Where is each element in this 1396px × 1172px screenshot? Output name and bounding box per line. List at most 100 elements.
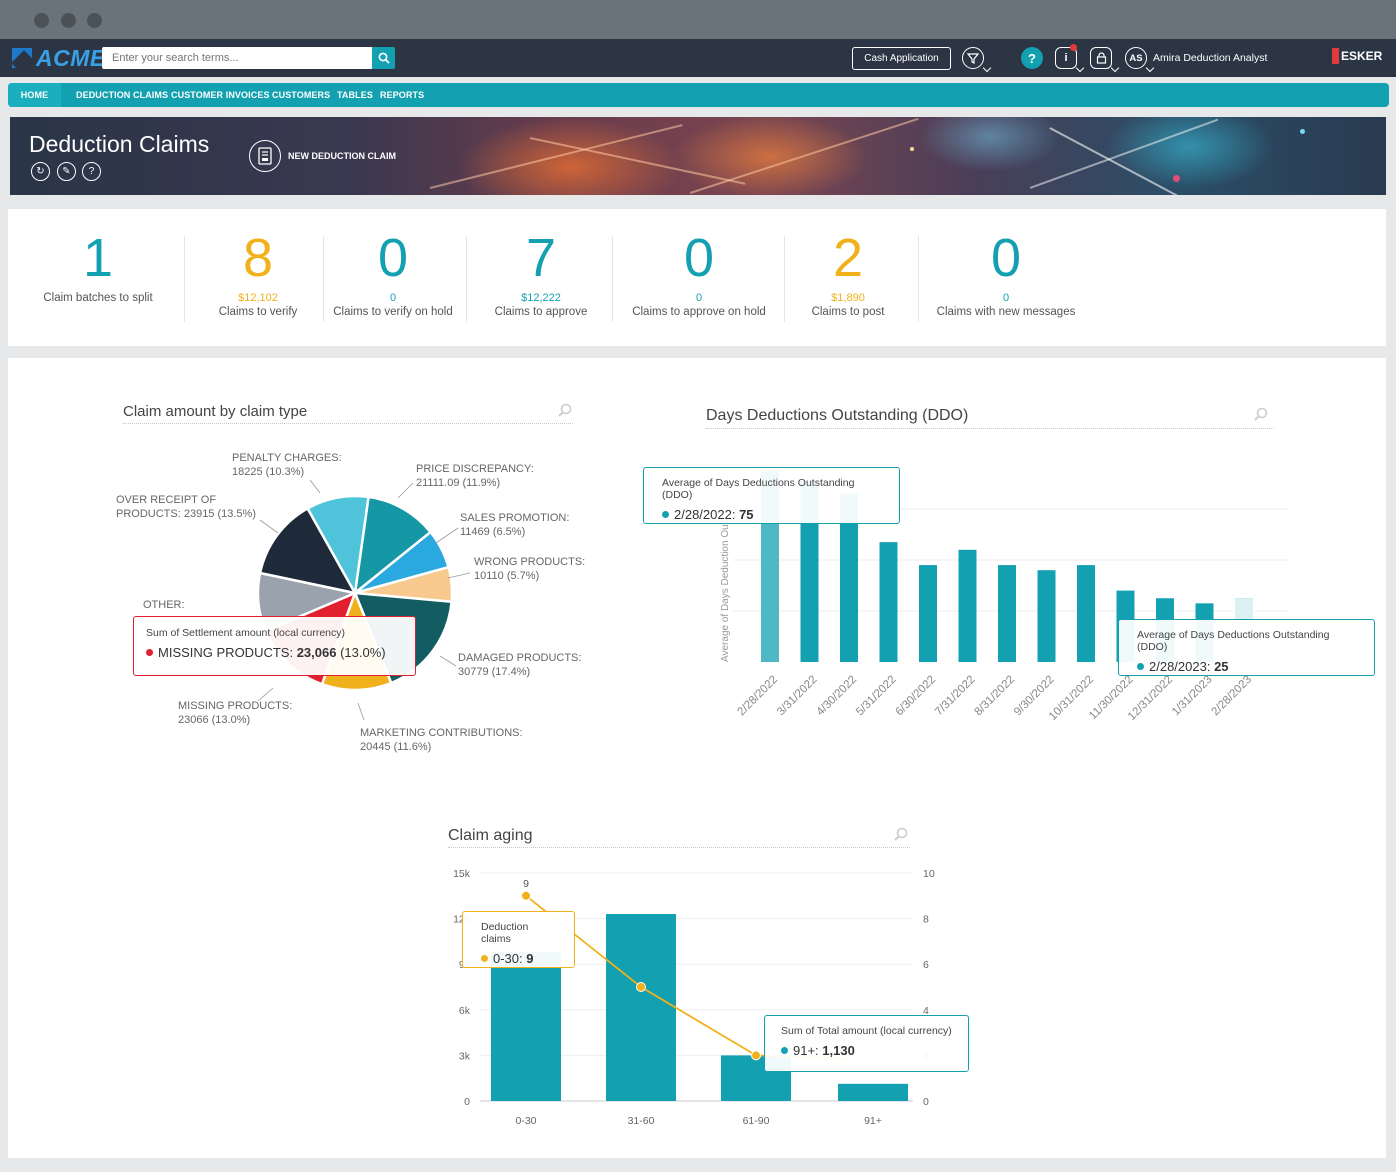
kpi-label: Claims to approve [494,306,588,318]
charts-panel: Claim amount by claim type PRICE DISCREP… [8,358,1386,1158]
refresh-icon[interactable]: ↻ [31,162,50,181]
tooltip-label: MISSING PRODUCTS: [158,645,297,660]
pie-slice-value: 30779 (17.4%) [458,666,530,678]
nav-home[interactable]: HOME [8,83,61,107]
pie-slice-label: SALES PROMOTION: [460,512,569,524]
window-chrome [0,0,1396,39]
cash-application-button[interactable]: Cash Application [852,47,951,70]
aging-x-tick-label: 61-90 [743,1115,770,1127]
aging-right-tick: 0 [923,1096,929,1108]
kpi-amount: 0 [1002,292,1010,304]
aging-chart-title: Claim aging [448,827,533,844]
pie-slice-label: PRICE DISCREPANCY: [416,463,534,475]
kpi-value: 0 [683,228,715,288]
tooltip-label: 2/28/2022: [674,507,740,522]
filter-caret-icon[interactable] [982,63,992,73]
notification-badge [1070,44,1077,51]
lock-icon[interactable] [1090,47,1112,69]
banner-decoration [1029,118,1219,189]
aging-line-point [521,890,531,901]
search-icon [378,52,390,64]
kpi-label: Claims to approve on hold [632,306,766,318]
ddo-chart-title-rule [706,428,1274,429]
nav-deduction-claims[interactable]: DEDUCTION CLAIMS [76,83,168,107]
aging-line-point [751,1050,761,1061]
aging-left-tick: 0 [464,1096,470,1108]
user-caret-icon[interactable] [1145,63,1155,73]
kpi-value: 0 [377,228,409,288]
aging-zoom-icon[interactable] [894,827,908,841]
kpi-amount: 0 [389,292,397,304]
pie-tooltip: Sum of Settlement amount (local currency… [133,616,416,676]
pie-label-connector [259,519,279,534]
kpi-label: Claims to verify on hold [333,306,453,318]
banner-decoration [529,137,746,185]
search-button[interactable] [372,47,395,69]
page-title: Deduction Claims [29,131,210,157]
app-header: ACME Cash Application ? i AS Amira Deduc… [0,39,1396,77]
help-icon[interactable]: ? [1021,47,1043,69]
kpi-label: Claims to verify [218,306,298,318]
nav-customers[interactable]: CUSTOMERS [272,83,330,107]
kpi-value: 0 [990,228,1022,288]
pie-slice-value: 23066 (13.0%) [178,714,250,726]
new-deduction-claim-button[interactable]: NEW DEDUCTION CLAIM [288,151,396,161]
new-claim-icon[interactable] [249,140,281,172]
kpi-value: 1 [82,228,114,288]
nav-tables[interactable]: TABLES [337,83,373,107]
acme-logo[interactable]: ACME [12,45,106,71]
ddo-x-tick-label: 7/31/2022 [933,674,978,719]
nav-reports[interactable]: REPORTS [380,83,424,107]
kpi-amount: $1,890 [831,292,865,304]
aging-chart-title-rule [448,847,910,848]
ddo-bar [998,565,1016,662]
tooltip-bullet [781,1047,788,1054]
lock-caret-icon[interactable] [1110,63,1120,73]
aging-left-tick: 3k [459,1050,471,1062]
search-input[interactable] [102,47,372,69]
tooltip-value: 25 [1214,659,1229,674]
nav-customer-invoices[interactable]: CUSTOMER INVOICES [171,83,270,107]
tooltip-bullet [146,649,153,656]
kpi-claim-batches-to-split[interactable]: 1 Claim batches to split [28,209,168,305]
kpi-claims-to-approve-on-hold[interactable]: 0 0 Claims to approve on hold [624,209,774,319]
ddo-x-tick-label: 6/30/2022 [893,674,938,719]
tooltip-label: 0-30: [493,951,527,966]
tooltip-value: 9 [526,951,534,966]
filter-icon[interactable] [962,47,984,69]
ddo-x-tick-label: 5/31/2022 [854,674,899,719]
ddo-x-tick-label: 4/30/2022 [814,674,859,719]
aging-right-tick: 6 [923,959,929,971]
banner-decoration [689,117,919,194]
help-circle-icon[interactable]: ? [82,162,101,181]
tooltip-value: 75 [739,507,754,522]
kpi-panel: 1 Claim batches to split 8 $12,102 Claim… [8,209,1386,346]
ddo-y-axis-label: Average of Days Deduction Out [720,521,731,662]
kpi-claims-to-approve[interactable]: 7 $12,222 Claims to approve [481,209,601,319]
ddo-bar [1077,565,1095,662]
kpi-claims-to-post[interactable]: 2 $1,890 Claims to post [788,209,908,319]
tooltip-header: Average of Days Deductions Outstanding (… [662,477,855,501]
kpi-divider [918,236,919,322]
kpi-amount: $12,222 [521,292,561,304]
tooltip-header: Deduction claims [481,921,529,945]
kpi-value: 2 [832,228,864,288]
info-caret-icon[interactable] [1075,63,1085,73]
kpi-claims-to-verify[interactable]: 8 $12,102 Claims to verify [198,209,318,319]
user-name[interactable]: Amira Deduction Analyst [1153,52,1267,64]
window-minimize-dot[interactable] [61,13,76,28]
kpi-claims-to-verify-on-hold[interactable]: 0 0 Claims to verify on hold [328,209,458,319]
pie-label-connector [439,655,457,667]
user-avatar[interactable]: AS [1125,47,1147,69]
aging-x-tick-label: 91+ [864,1115,882,1127]
kpi-claims-with-new-messages[interactable]: 0 0 Claims with new messages [926,209,1086,319]
aging-right-tick: 10 [923,868,935,880]
ddo-bar [1037,570,1056,662]
window-maximize-dot[interactable] [87,13,102,28]
tooltip-label: 91+: [793,1043,823,1058]
ddo-zoom-icon[interactable] [1254,407,1268,421]
aging-tooltip-amount: Sum of Total amount (local currency) 91+… [764,1015,969,1072]
edit-icon[interactable]: ✎ [57,162,76,181]
window-close-dot[interactable] [34,13,49,28]
aging-bar [606,914,676,1101]
